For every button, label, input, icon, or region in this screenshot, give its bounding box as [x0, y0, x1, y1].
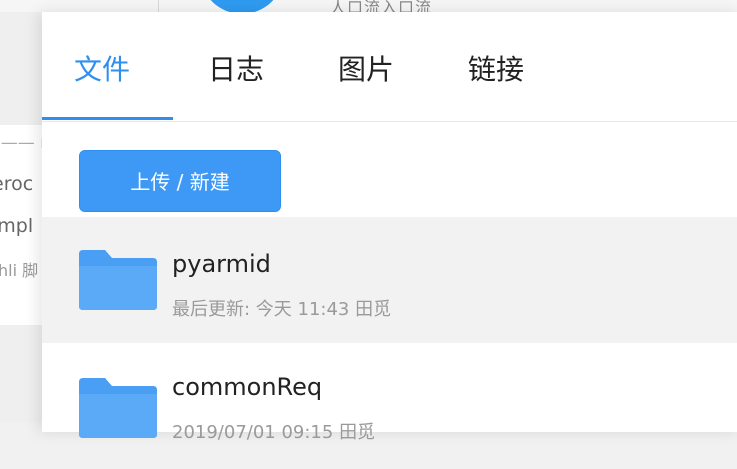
tab-logs[interactable]: 日志 — [208, 48, 264, 88]
background-line: “—— m — [0, 133, 44, 153]
file-list-item[interactable]: pyarmid 最后更新: 今天 11:43 田觅 — [42, 217, 737, 343]
tab-files[interactable]: 文件 — [74, 48, 130, 88]
file-list-item[interactable]: commonReq 2019/07/01 09:15 田觅 — [42, 343, 737, 469]
file-name: commonReq — [172, 373, 323, 401]
background-line: impl — [0, 215, 34, 237]
file-meta: 最后更新: 今天 11:43 田觅 — [172, 299, 392, 320]
background-divider — [158, 0, 159, 12]
active-tab-indicator — [42, 117, 173, 120]
background-line: hli 脚 — [0, 261, 39, 280]
background-card: “—— m eroc impl hli 脚 — [0, 125, 45, 325]
upload-new-button[interactable]: 上传 / 新建 — [79, 150, 281, 212]
file-panel: 文件 日志 图片 链接 上传 / 新建 pyarmid 最后更新: 今天 11:… — [42, 12, 737, 443]
tab-images[interactable]: 图片 — [338, 48, 394, 88]
folder-icon — [79, 378, 157, 438]
tab-links[interactable]: 链接 — [468, 48, 524, 88]
file-name: pyarmid — [172, 250, 271, 278]
tab-bar: 文件 日志 图片 链接 — [42, 12, 737, 122]
folder-icon — [79, 250, 157, 310]
background-line: eroc — [0, 173, 34, 195]
